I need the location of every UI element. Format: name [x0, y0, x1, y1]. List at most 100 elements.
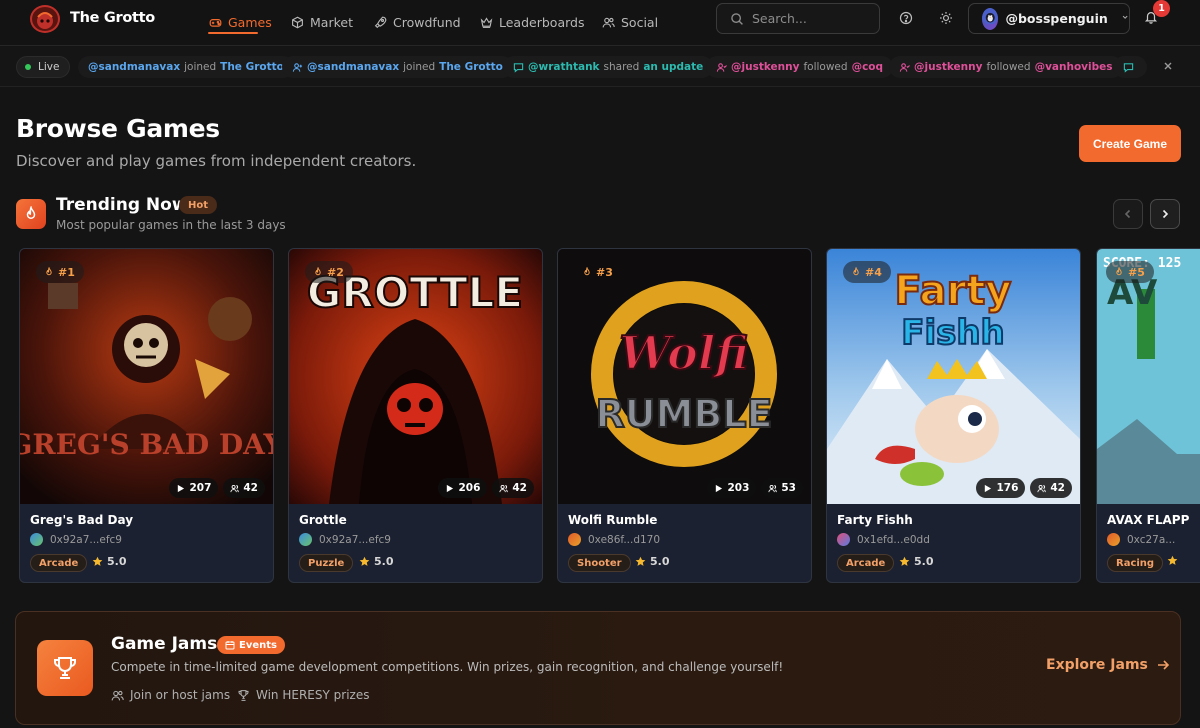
ticker-user[interactable]: @justkenny	[914, 61, 982, 73]
game-author[interactable]: 0xc27a...	[1107, 533, 1175, 546]
rank-badge: #1	[36, 261, 84, 283]
game-card[interactable]: SCORE: 125 AV #5 AVAX FLAPP 0xc27a... Ra…	[1096, 248, 1200, 583]
rocket-icon	[374, 16, 387, 29]
ticker-target[interactable]: The Grotto	[439, 61, 503, 73]
users-icon	[499, 484, 509, 493]
author-address: 0xe86f...d170	[588, 533, 661, 546]
star-icon	[1167, 555, 1178, 566]
game-author[interactable]: 0x92a7...efc9	[30, 533, 122, 546]
ticker-action: followed	[986, 61, 1031, 73]
genre-tag[interactable]: Shooter	[568, 554, 631, 572]
players-count: 42	[223, 478, 265, 498]
game-jams-banner: Game Jams Events Compete in time-limited…	[15, 611, 1181, 725]
ticker-target[interactable]: @vanhovibes	[1035, 61, 1113, 73]
play-icon	[714, 484, 723, 493]
play-icon	[983, 484, 992, 493]
author-address: 0x1efd...e0dd	[857, 533, 930, 546]
page-title: Browse Games	[16, 114, 220, 143]
user-menu-button[interactable]: @bosspenguin	[968, 3, 1130, 34]
game-card[interactable]: Wolfi RUMBLE #3 203 53 Wolfi Rumble 0xe8…	[557, 248, 812, 583]
game-cover-image[interactable]: GREG'S BAD DAY	[20, 249, 273, 504]
game-stats: 207 42	[169, 478, 265, 498]
game-card[interactable]: GREG'S BAD DAY #1 207 42 Greg's Bad Day …	[19, 248, 274, 583]
ticker-item-partial[interactable]	[1113, 56, 1147, 78]
genre-tag[interactable]: Arcade	[30, 554, 88, 572]
ticker-user[interactable]: @wrathtank	[528, 61, 600, 73]
author-address: 0x92a7...efc9	[50, 533, 122, 546]
ticker-item[interactable]: @sandmanavax joined The Grotto	[78, 56, 294, 78]
game-rating: 5.0	[899, 555, 934, 568]
nav-leaderboards[interactable]: Leaderboards	[480, 11, 584, 33]
search-input[interactable]: Search...	[716, 3, 880, 34]
nav-social[interactable]: Social	[602, 11, 658, 33]
game-title[interactable]: Greg's Bad Day	[30, 513, 133, 527]
game-cover-image[interactable]: GROTTLE	[289, 249, 542, 504]
users-icon	[230, 484, 240, 493]
help-button[interactable]	[896, 8, 916, 28]
carousel-next-button[interactable]	[1150, 199, 1180, 229]
nav-social-label: Social	[621, 14, 659, 30]
theme-toggle-button[interactable]	[936, 8, 956, 28]
genre-tag[interactable]: Racing	[1107, 554, 1164, 572]
ticker-item[interactable]: @justkenny followed @coq	[706, 56, 894, 78]
jams-feature: Win HERESY prizes	[237, 688, 369, 702]
game-title[interactable]: Grottle	[299, 513, 347, 527]
ticker-target[interactable]: @coq	[852, 61, 883, 73]
brand-name[interactable]: The Grotto	[70, 10, 155, 26]
chevron-down-icon	[1121, 13, 1129, 24]
users-icon	[768, 484, 778, 493]
author-address: 0x92a7...efc9	[319, 533, 391, 546]
ticker-user[interactable]: @justkenny	[731, 61, 799, 73]
game-title[interactable]: Farty Fishh	[837, 513, 913, 527]
message-icon	[1123, 62, 1134, 73]
explore-jams-link[interactable]: Explore Jams	[1046, 657, 1170, 673]
live-indicator: Live	[16, 56, 71, 78]
activity-ticker: Live @sandmanavax joined The Grotto @san…	[0, 47, 1200, 87]
genre-tag[interactable]: Puzzle	[299, 554, 354, 572]
explore-jams-label: Explore Jams	[1046, 657, 1148, 673]
ticker-user[interactable]: @sandmanavax	[307, 61, 399, 73]
ticker-target[interactable]: an update	[643, 61, 703, 73]
hot-badge: Hot	[179, 196, 218, 214]
jams-feature: Join or host jams	[111, 688, 230, 702]
flame-icon	[313, 267, 323, 277]
game-rating	[1167, 555, 1178, 566]
game-cover-image[interactable]: SCORE: 125 AV	[1097, 249, 1200, 504]
author-address: 0xc27a...	[1127, 533, 1176, 546]
game-author[interactable]: 0x92a7...efc9	[299, 533, 391, 546]
star-icon	[899, 556, 910, 567]
nav-crowdfund[interactable]: Crowdfund	[374, 11, 461, 33]
game-cover-image[interactable]: Farty Fishh	[827, 249, 1080, 504]
help-circle-icon	[896, 11, 916, 25]
plays-count: 176	[976, 478, 1026, 498]
game-title[interactable]: AVAX FLAPP	[1107, 513, 1189, 527]
game-rating: 5.0	[635, 555, 670, 568]
ticker-item[interactable]: @wrathtank shared an update	[503, 56, 714, 78]
game-card[interactable]: GROTTLE #2 206 42 Grottle 0x92a7...efc9 …	[288, 248, 543, 583]
ticker-target[interactable]: The Grotto	[220, 61, 284, 73]
nav-market[interactable]: Market	[291, 11, 353, 33]
author-avatar	[568, 533, 581, 546]
create-game-button[interactable]: Create Game	[1079, 125, 1181, 162]
genre-tag[interactable]: Arcade	[837, 554, 895, 572]
ticker-item[interactable]: @sandmanavax joined The Grotto	[282, 56, 513, 78]
grotto-logo-icon[interactable]	[30, 5, 60, 33]
trophy-icon	[37, 640, 93, 696]
game-author[interactable]: 0xe86f...d170	[568, 533, 660, 546]
nav-crowdfund-label: Crowdfund	[393, 14, 461, 30]
game-cover-image[interactable]: Wolfi RUMBLE	[558, 249, 811, 504]
ticker-user[interactable]: @sandmanavax	[88, 61, 180, 73]
author-avatar	[30, 533, 43, 546]
users-icon	[602, 16, 615, 29]
game-rating: 5.0	[359, 555, 394, 568]
plays-count: 203	[707, 478, 757, 498]
star-icon	[635, 556, 646, 567]
game-card[interactable]: Farty Fishh #4 176 42 Farty Fishh 0x1efd…	[826, 248, 1081, 583]
game-title[interactable]: Wolfi Rumble	[568, 513, 657, 527]
rank-label: #3	[596, 265, 613, 279]
game-author[interactable]: 0x1efd...e0dd	[837, 533, 930, 546]
close-ticker-button[interactable]	[1162, 60, 1176, 74]
carousel-prev-button[interactable]	[1113, 199, 1143, 229]
ticker-item[interactable]: @justkenny followed @vanhovibes	[889, 56, 1123, 78]
nav-games[interactable]: Games	[209, 11, 272, 33]
